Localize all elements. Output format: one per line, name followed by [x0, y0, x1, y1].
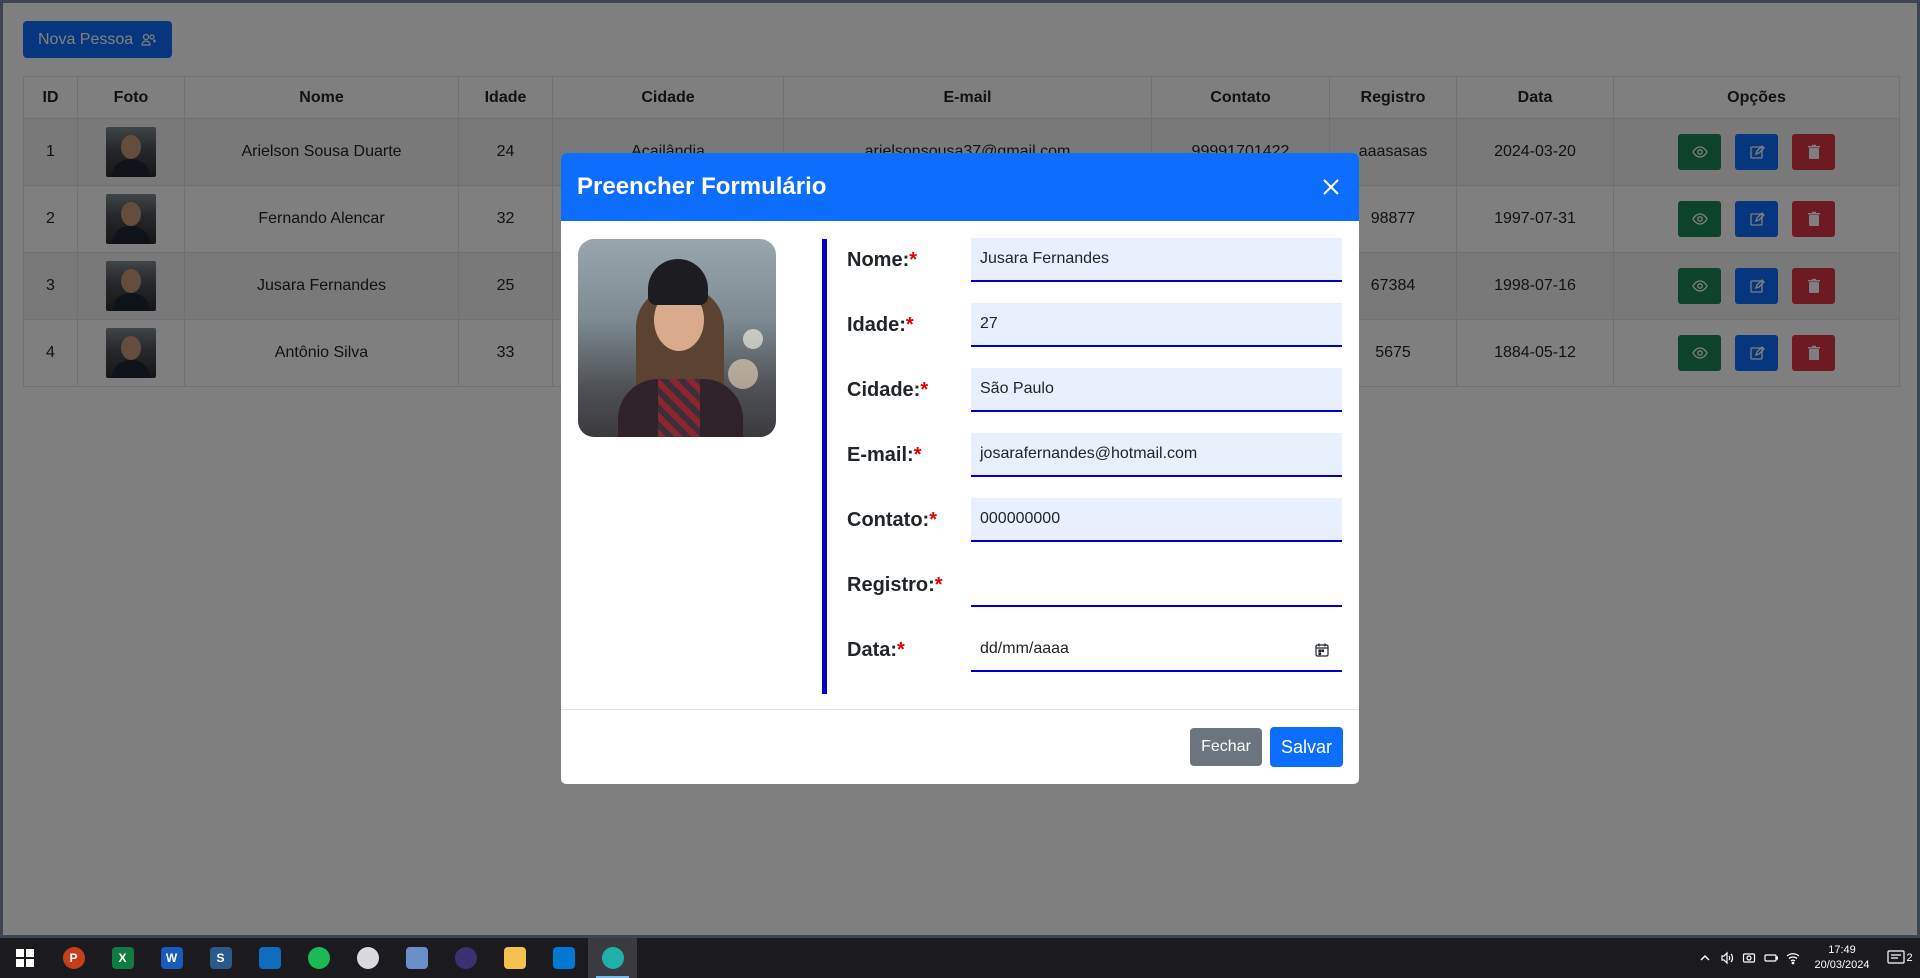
field-data: Data:* dd/mm/aaaa	[847, 628, 1342, 672]
excel-icon: X	[111, 947, 134, 969]
taskbar-edge[interactable]	[588, 938, 637, 978]
volume-icon	[1721, 951, 1734, 965]
email-input[interactable]: josarafernandes@hotmail.com	[971, 433, 1342, 477]
taskbar-powerpoint[interactable]: P	[49, 938, 98, 978]
nome-input[interactable]: Jusara Fernandes	[971, 238, 1342, 282]
sql-tool-icon: S	[209, 947, 232, 969]
powerpoint-icon: P	[62, 947, 85, 969]
cloud-app-icon	[356, 947, 379, 969]
taskbar: P X W S 17:49 20/03/2024 2	[0, 938, 1920, 978]
field-registro: Registro:*	[847, 563, 1342, 607]
field-email: E-mail:* josarafernandes@hotmail.com	[847, 433, 1342, 477]
data-input[interactable]: dd/mm/aaaa	[971, 628, 1342, 672]
spotify-icon	[307, 947, 330, 969]
field-contato: Contato:* 000000000	[847, 498, 1342, 542]
tray-meet[interactable]	[1738, 938, 1760, 978]
clock-time: 17:49	[1828, 944, 1856, 956]
notification-icon	[1887, 950, 1906, 964]
vscode-icon	[552, 947, 575, 969]
cidade-input[interactable]: São Paulo	[971, 368, 1342, 412]
tray-volume[interactable]	[1716, 938, 1738, 978]
start-button[interactable]	[0, 938, 49, 978]
calendar-icon[interactable]	[1314, 642, 1330, 658]
file-explorer-icon	[503, 947, 526, 969]
camera-icon	[1742, 953, 1756, 963]
nome-label: Nome:*	[847, 248, 918, 271]
start-icon	[15, 949, 34, 967]
word-icon: W	[160, 947, 183, 969]
taskbar-store[interactable]	[245, 938, 294, 978]
edge-icon	[601, 947, 624, 969]
notification-count: 2	[1906, 952, 1913, 964]
form-modal: Preencher Formulário Nome:* Jusara Ferna…	[561, 153, 1359, 784]
idade-input[interactable]: 27	[971, 303, 1342, 347]
taskbar-spotify[interactable]	[294, 938, 343, 978]
network-app-icon	[405, 947, 428, 969]
modal-footer: Fechar Salvar	[561, 709, 1359, 784]
tray-chevron[interactable]	[1694, 938, 1716, 978]
fechar-button[interactable]: Fechar	[1190, 728, 1262, 766]
tray-battery[interactable]	[1760, 938, 1782, 978]
taskbar-excel[interactable]: X	[98, 938, 147, 978]
close-icon	[1323, 179, 1339, 195]
field-nome: Nome:* Jusara Fernandes	[847, 238, 1342, 282]
salvar-button[interactable]: Salvar	[1270, 727, 1343, 767]
taskbar-cloud-app[interactable]	[343, 938, 392, 978]
chevron-up-icon	[1700, 955, 1710, 961]
contato-input[interactable]: 000000000	[971, 498, 1342, 542]
tray-wifi[interactable]	[1782, 938, 1804, 978]
battery-icon	[1764, 954, 1778, 962]
date-placeholder: dd/mm/aaaa	[980, 640, 1069, 657]
contato-label: Contato:*	[847, 508, 937, 531]
taskbar-network-app[interactable]	[392, 938, 441, 978]
form-divider	[822, 239, 827, 694]
eclipse-icon	[454, 947, 477, 969]
taskbar-vscode[interactable]	[539, 938, 588, 978]
data-label: Data:*	[847, 638, 905, 661]
clock[interactable]: 17:49 20/03/2024	[1804, 943, 1880, 973]
notification-button[interactable]: 2	[1880, 938, 1920, 978]
taskbar-file-explorer[interactable]	[490, 938, 539, 978]
email-label: E-mail:*	[847, 443, 922, 466]
wifi-icon	[1786, 953, 1800, 965]
taskbar-word[interactable]: W	[147, 938, 196, 978]
idade-label: Idade:*	[847, 313, 914, 336]
taskbar-eclipse[interactable]	[441, 938, 490, 978]
registro-label: Registro:*	[847, 573, 943, 596]
field-cidade: Cidade:* São Paulo	[847, 368, 1342, 412]
close-modal-button[interactable]	[1319, 175, 1343, 199]
clock-date: 20/03/2024	[1814, 959, 1870, 971]
registro-input[interactable]	[971, 563, 1342, 607]
modal-header: Preencher Formulário	[561, 153, 1359, 221]
person-photo	[578, 239, 776, 437]
field-idade: Idade:* 27	[847, 303, 1342, 347]
system-tray: 17:49 20/03/2024 2	[1694, 938, 1920, 978]
store-icon	[258, 947, 281, 969]
modal-body: Nome:* Jusara Fernandes Idade:* 27 Cidad…	[561, 221, 1359, 711]
taskbar-sql-tool[interactable]: S	[196, 938, 245, 978]
modal-title: Preencher Formulário	[577, 173, 827, 200]
cidade-label: Cidade:*	[847, 378, 929, 401]
